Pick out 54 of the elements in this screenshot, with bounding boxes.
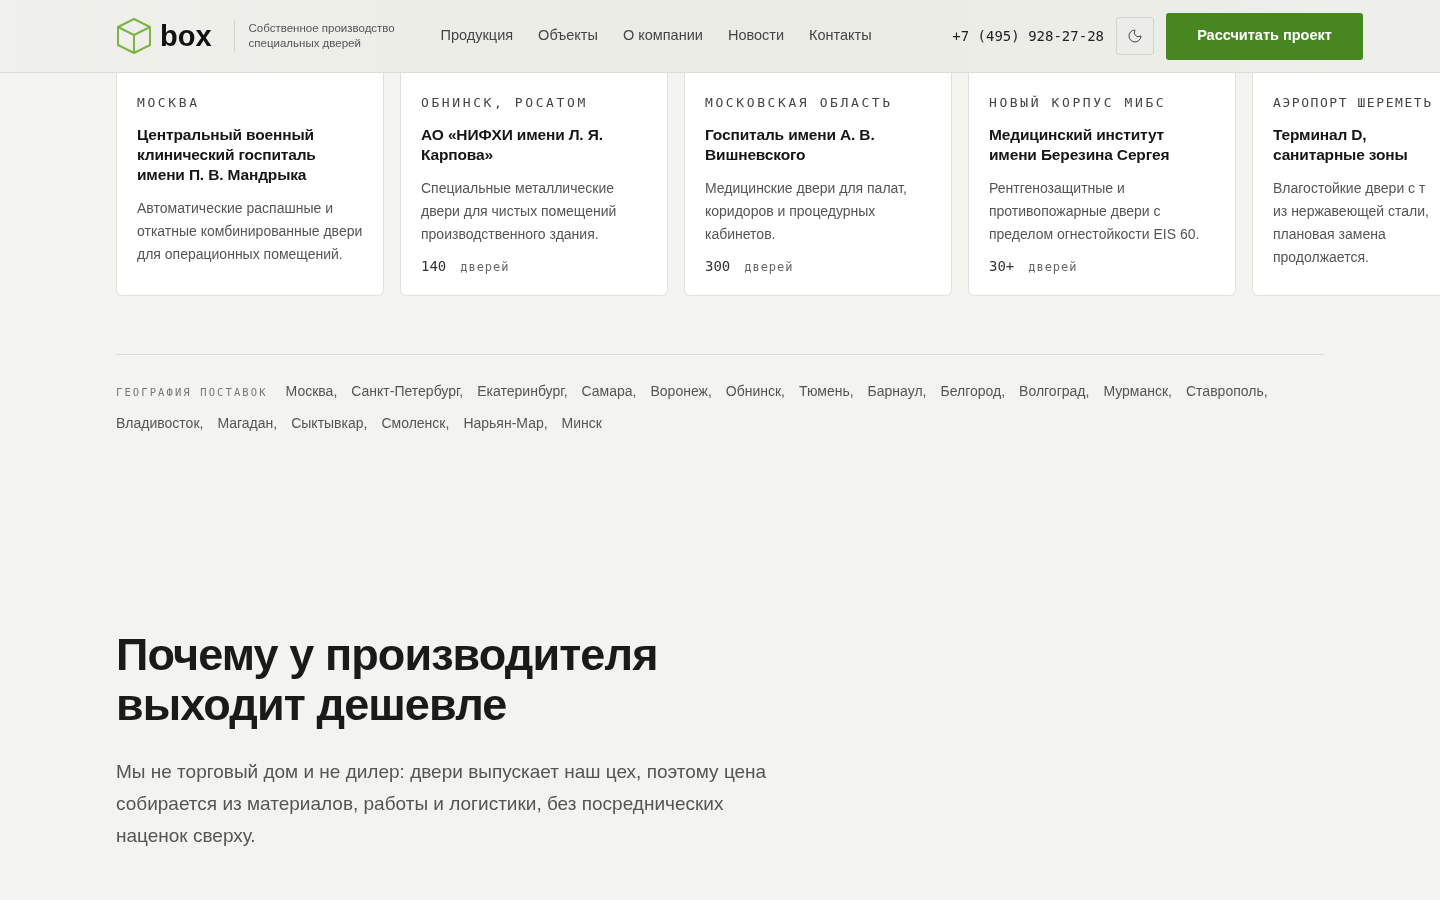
door-count: 30+	[989, 256, 1015, 276]
cube-logo-icon	[116, 17, 152, 55]
door-unit: дверей	[1028, 258, 1078, 276]
city-name: Санкт-Петербург,	[351, 381, 464, 401]
geography-label: ГЕОГРАФИЯ ПОСТАВОК	[116, 384, 268, 400]
city-name: Смоленск,	[381, 413, 450, 433]
city-name: Волгоград,	[1019, 381, 1090, 401]
door-count: 140	[421, 256, 447, 276]
city-name: Минск	[561, 413, 602, 433]
project-location: НОВЫЙ КОРПУС МИБС	[989, 94, 1168, 112]
city-name: Мурманск,	[1103, 381, 1172, 401]
nav-link[interactable]: Объекты	[538, 25, 598, 47]
project-title: Центральный военный клинический госпиталь имени П. В. Мандрыка	[137, 124, 317, 185]
project-description: Автоматические распашные и откатные комбинированные двери для операционных помещений.	[137, 198, 363, 264]
section-text: Мы не торговый дом и не дилер: двери выпускает наш цех, поэтому цена собирается из материалов, работы и логистики, без посреднических наценок сверху.	[116, 759, 768, 848]
city-name: Нарьян-Мар,	[463, 413, 548, 433]
city-name: Самара,	[581, 381, 637, 401]
project-title: АО «НИФХИ имени Л. Я. Карпова»	[421, 124, 604, 165]
city-name: Барнаул,	[867, 381, 927, 401]
door-unit: дверей	[744, 258, 794, 276]
city-name: Владивосток,	[116, 413, 204, 433]
theme-toggle-button[interactable]	[1116, 17, 1154, 55]
project-description: Влагостойкие двери с т из нержавеющей стали, плановая замена продолжается.	[1273, 178, 1430, 267]
city-name: Москва,	[285, 381, 338, 401]
project-location: МОСКОВСКАЯ ОБЛАСТЬ	[705, 94, 894, 112]
city-name: Екатеринбург,	[477, 381, 568, 401]
project-description: Специальные металлические двери для чистых помещений производственного здания.	[421, 178, 618, 244]
city-name: Сыктывкар,	[291, 413, 368, 433]
city-name: Ставрополь,	[1186, 381, 1268, 401]
city-name: Белгород,	[940, 381, 1006, 401]
nav-link[interactable]: Новости	[727, 25, 785, 47]
nav-link[interactable]: Продукция	[440, 25, 514, 47]
tagline: Собственное производство специальных дверей	[248, 21, 396, 51]
project-description: Медицинские двери для палат, коридоров и процедурных кабинетов.	[705, 178, 908, 244]
section-heading: Почему у производителя выходит дешевле	[116, 629, 659, 730]
moon-icon	[1127, 28, 1143, 44]
project-description: Рентгенозащитные и противопожарные двери с пределом огнестойкости EIS 60.	[989, 178, 1201, 244]
phone-number[interactable]: +7 (495) 928-27-28	[952, 25, 1104, 47]
project-title: Медицинский институт имени Березина Сергея	[989, 124, 1171, 165]
project-title: Терминал D, санитарные зоны	[1273, 124, 1409, 165]
door-unit: дверей	[460, 258, 510, 276]
door-count: 300	[705, 256, 731, 276]
project-title: Госпиталь имени А. В. Вишневского	[705, 124, 876, 165]
project-location: АЭРОПОРТ ШЕРЕМЕТЬ	[1273, 94, 1434, 112]
project-location: МОСКВА	[137, 94, 201, 112]
city-name: Обнинск,	[725, 381, 785, 401]
logo-text[interactable]: box	[160, 21, 212, 51]
city-name: Воронеж,	[650, 381, 712, 401]
nav-link[interactable]: Контакты	[809, 25, 872, 47]
city-name: Тюмень,	[799, 381, 854, 401]
project-location: ОБНИНСК, РОСАТОМ	[421, 94, 589, 112]
nav-link[interactable]: О компании	[622, 25, 703, 47]
calculate-project-button[interactable]: Рассчитать проект	[1166, 12, 1363, 60]
city-name: Магадан,	[217, 413, 278, 433]
